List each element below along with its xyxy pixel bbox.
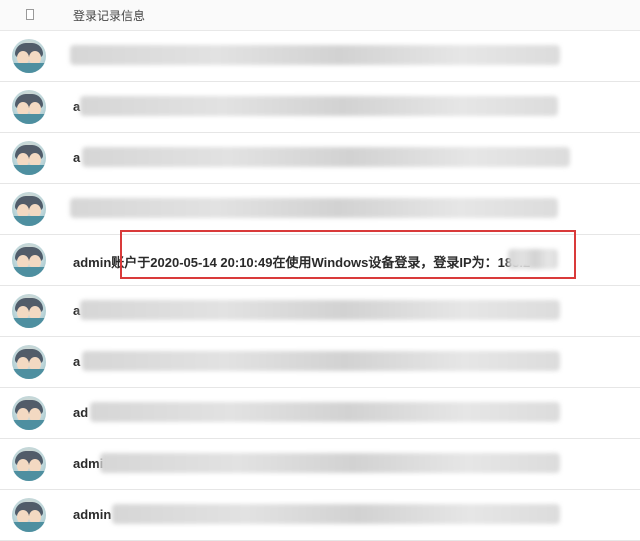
avatar: [12, 447, 46, 481]
row-text: a: [73, 354, 81, 369]
checkbox-icon[interactable]: [26, 9, 34, 20]
redacted-text: [82, 351, 560, 371]
record-list: a a admin账户于2020-05-14 20:10:49在使用Window…: [0, 31, 640, 541]
table-row[interactable]: a: [0, 133, 640, 184]
avatar: [12, 39, 46, 73]
redacted-text: [82, 147, 570, 167]
redacted-text: [80, 96, 558, 116]
avatar: [12, 192, 46, 226]
avatar: [12, 345, 46, 379]
table-title: 登录记录信息: [73, 9, 146, 23]
table-row[interactable]: [0, 31, 640, 82]
avatar: [12, 90, 46, 124]
table-row[interactable]: admi: [0, 439, 640, 490]
row-text: admi: [73, 456, 104, 471]
table-row[interactable]: a: [0, 286, 640, 337]
avatar: [12, 141, 46, 175]
login-records-table: 登录记录信息 a a admin账户于2020-05-14 20:10:49在使…: [0, 0, 640, 541]
row-text: admin: [73, 507, 112, 522]
table-row[interactable]: [0, 184, 640, 235]
row-text: a: [73, 150, 81, 165]
redacted-text: [80, 300, 560, 320]
table-row[interactable]: a: [0, 82, 640, 133]
avatar: [12, 498, 46, 532]
redacted-text: [100, 453, 560, 473]
redacted-text: [70, 45, 560, 65]
redacted-text: [70, 198, 558, 218]
avatar: [12, 243, 46, 277]
avatar: [12, 396, 46, 430]
avatar: [12, 294, 46, 328]
table-row[interactable]: ad: [0, 388, 640, 439]
redacted-text: [90, 402, 560, 422]
table-row[interactable]: a: [0, 337, 640, 388]
table-row[interactable]: admin: [0, 490, 640, 541]
table-header: 登录记录信息: [0, 0, 640, 31]
row-username: admin: [73, 255, 112, 270]
row-text: ad: [73, 405, 89, 420]
redacted-text: [112, 504, 560, 524]
highlight-box: [120, 230, 576, 279]
